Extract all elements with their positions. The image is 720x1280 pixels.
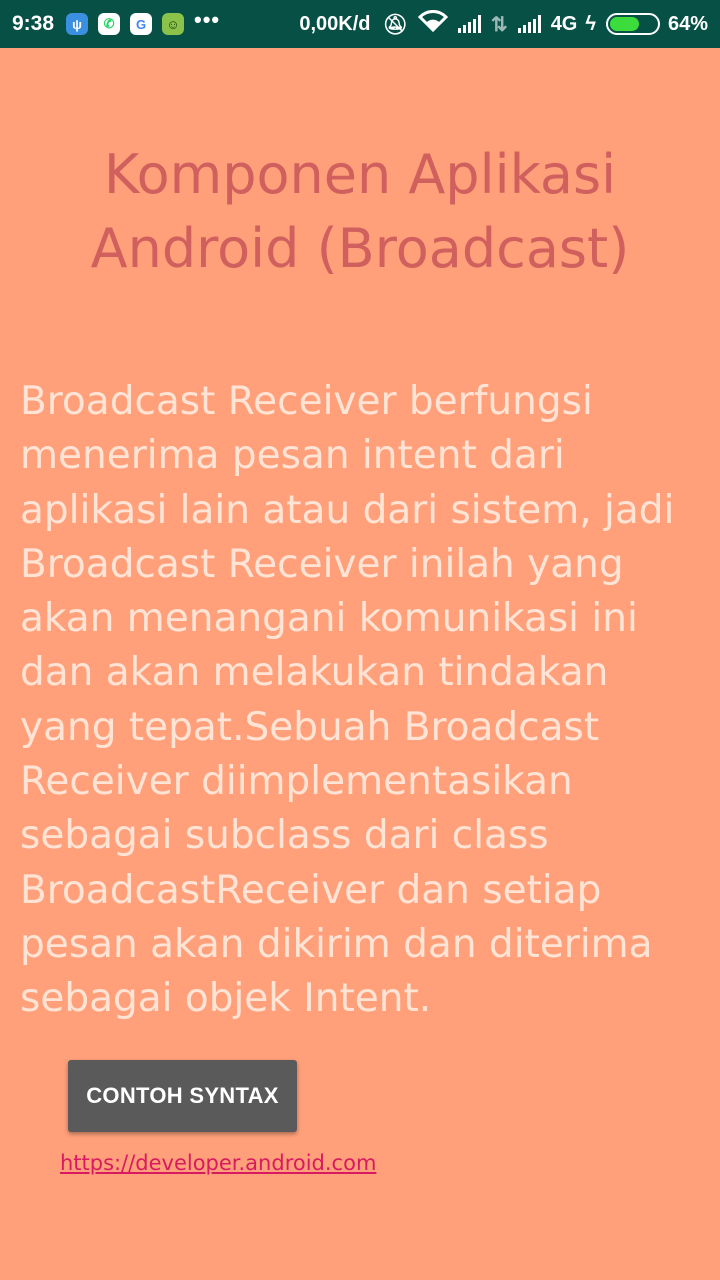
status-bar-left: 9:38 ψ ✆ G ☺ ••• bbox=[12, 7, 220, 36]
usb-debug-icon: ψ bbox=[66, 13, 89, 35]
status-time: 9:38 bbox=[12, 12, 55, 35]
battery-fill bbox=[609, 17, 640, 31]
description-text: Broadcast Receiver berfungsi menerima pe… bbox=[20, 379, 675, 1022]
battery-icon bbox=[605, 13, 660, 35]
developer-link[interactable]: https://developer.android.com bbox=[60, 1151, 376, 1175]
network-type: 4G bbox=[550, 12, 578, 35]
status-bar: 9:38 ψ ✆ G ☺ ••• 0,00K/d 🔕︎ ⇅ 4G ϟ 64% bbox=[0, 0, 720, 48]
network-speed: 0,00K/d bbox=[299, 12, 371, 35]
charging-icon: ϟ bbox=[585, 12, 596, 35]
whatsapp-icon: ✆ bbox=[98, 13, 121, 35]
signal-icon bbox=[457, 15, 483, 33]
mute-icon: 🔕︎ bbox=[382, 13, 408, 36]
status-bar-right: 0,00K/d 🔕︎ ⇅ 4G ϟ 64% bbox=[299, 10, 708, 38]
hike-icon: ☺ bbox=[162, 13, 185, 35]
more-notifications-icon: ••• bbox=[194, 7, 221, 32]
page-title: Komponen Aplikasi Android (Broadcast) bbox=[90, 143, 630, 280]
signal-icon-2 bbox=[517, 15, 543, 33]
wifi-icon bbox=[417, 10, 449, 38]
battery-percent: 64% bbox=[667, 12, 708, 35]
data-arrows-icon: ⇅ bbox=[490, 13, 508, 36]
contoh-syntax-button[interactable]: CONTOH SYNTAX bbox=[68, 1060, 297, 1132]
google-icon: G bbox=[130, 13, 153, 35]
